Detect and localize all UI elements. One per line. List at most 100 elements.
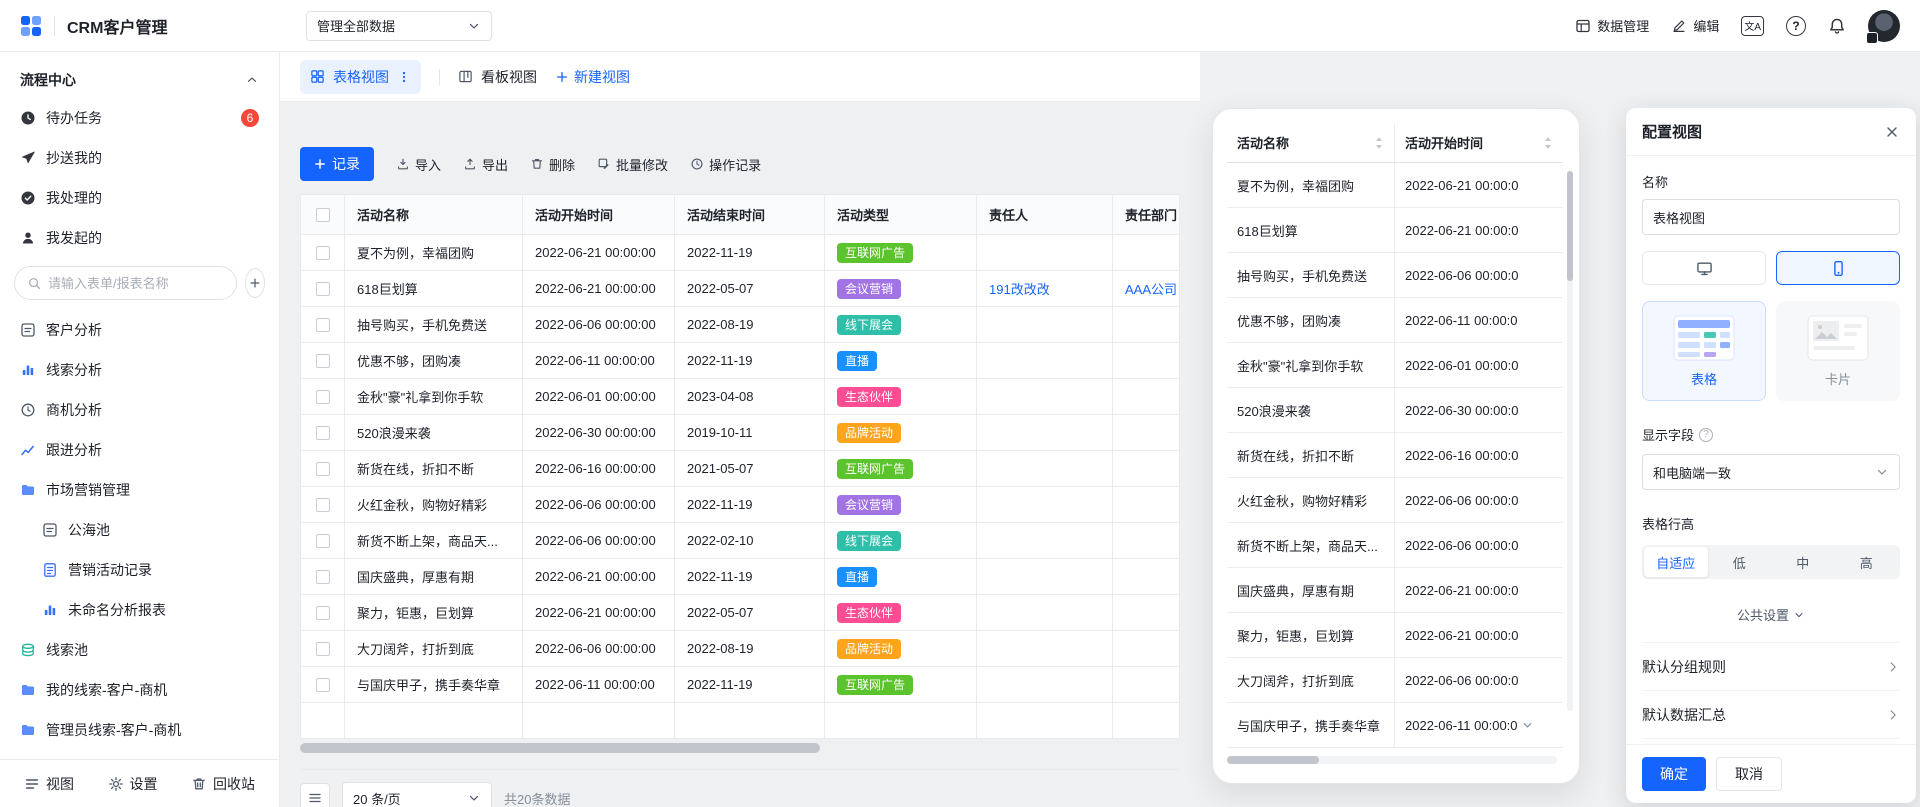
help-button[interactable]: ? <box>1786 16 1806 36</box>
add-form-button[interactable] <box>245 268 265 298</box>
close-icon[interactable] <box>1884 124 1900 140</box>
user-avatar[interactable] <box>1868 10 1900 42</box>
sidebar-menu-item[interactable]: 跟进分析 <box>8 430 271 470</box>
sidebar-menu-item[interactable]: 客户分析 <box>8 310 271 350</box>
preview-row[interactable]: 国庆盛典，厚惠有期 2022-06-21 00:00:0 <box>1227 568 1563 613</box>
preview-row[interactable]: 金秋"豪"礼拿到你手软 2022-06-01 00:00:0 <box>1227 343 1563 388</box>
sidebar-footer-item[interactable]: 设置 <box>108 774 158 794</box>
sort-icon[interactable] <box>1543 136 1553 150</box>
preview-row[interactable]: 夏不为例，幸福团购 2022-06-21 00:00:0 <box>1227 163 1563 208</box>
preview-row[interactable]: 新货不断上架，商品天... 2022-06-06 00:00:0 <box>1227 523 1563 568</box>
preview-row[interactable]: 520浪漫来袭 2022-06-30 00:00:0 <box>1227 388 1563 433</box>
row-height-option[interactable]: 中 <box>1771 547 1835 577</box>
preview-row[interactable]: 新货在线，折扣不断 2022-06-16 00:00:0 <box>1227 433 1563 478</box>
preview-row[interactable]: 优惠不够，团购凑 2022-06-11 00:00:0 <box>1227 298 1563 343</box>
sidebar-footer-item[interactable]: 视图 <box>24 774 74 794</box>
cancel-button[interactable]: 取消 <box>1716 757 1782 791</box>
row-checkbox[interactable] <box>316 246 330 260</box>
sidebar-menu-item[interactable]: 线索池 <box>8 630 271 670</box>
confirm-button[interactable]: 确定 <box>1642 757 1706 791</box>
preview-vscroll-thumb[interactable] <box>1567 171 1573 281</box>
row-checkbox[interactable] <box>316 318 330 332</box>
new-view-button[interactable]: 新建视图 <box>555 67 630 87</box>
batch-edit-button[interactable]: 批量修改 <box>597 155 668 174</box>
row-checkbox[interactable] <box>316 282 330 296</box>
preview-row[interactable]: 618巨划算 2022-06-21 00:00:0 <box>1227 208 1563 253</box>
department-link[interactable]: AAA公司 <box>1125 279 1177 298</box>
search-input[interactable] <box>48 276 224 291</box>
data-scope-select[interactable]: 管理全部数据 <box>306 11 492 41</box>
preview-row[interactable]: 火红金秋，购物好精彩 2022-06-06 00:00:0 <box>1227 478 1563 523</box>
column-header-activity-name[interactable]: 活动名称 <box>345 195 523 235</box>
caret-down-icon[interactable] <box>1522 720 1533 731</box>
column-header-start-time[interactable]: 活动开始时间 <box>523 195 675 235</box>
desktop-device-button[interactable] <box>1642 251 1766 285</box>
preview-row[interactable]: 与国庆甲子，携手奏华章 2022-06-11 00:00:0 <box>1227 703 1563 748</box>
row-checkbox[interactable] <box>316 678 330 692</box>
page-size-select[interactable]: 20 条/页 <box>342 782 492 807</box>
sidebar-process-item[interactable]: 我处理的 <box>0 178 279 218</box>
edit-button[interactable]: 编辑 <box>1671 16 1719 35</box>
display-fields-select[interactable]: 和电脑端一致 <box>1642 454 1900 490</box>
view-type-card-card[interactable]: 卡片 <box>1776 301 1900 401</box>
form-search-box[interactable] <box>14 266 237 300</box>
sidebar-menu-item[interactable]: 营销活动记录 <box>8 550 271 590</box>
row-checkbox[interactable] <box>316 642 330 656</box>
column-header-owner[interactable]: 责任人 <box>977 195 1113 235</box>
row-height-option[interactable]: 低 <box>1708 547 1772 577</box>
preview-row[interactable]: 抽号购买，手机免费送 2022-06-06 00:00:0 <box>1227 253 1563 298</box>
row-checkbox[interactable] <box>316 390 330 404</box>
sidebar-process-item[interactable]: 待办任务 6 <box>0 98 279 138</box>
help-icon[interactable]: ? <box>1699 428 1713 442</box>
default-data-summary-row[interactable]: 默认数据汇总 <box>1642 691 1900 739</box>
sidebar-footer-item[interactable]: 回收站 <box>191 774 255 794</box>
sidebar-menu-item[interactable]: 市场营销管理 <box>8 470 271 510</box>
row-checkbox[interactable] <box>316 426 330 440</box>
public-settings-toggle[interactable]: 公共设置 <box>1642 605 1900 624</box>
sort-icon[interactable] <box>1374 136 1384 150</box>
add-record-button[interactable]: 记录 <box>300 147 374 181</box>
row-checkbox[interactable] <box>316 354 330 368</box>
sidebar-menu-item[interactable]: 线索分析 <box>8 350 271 390</box>
import-button[interactable]: 导入 <box>396 155 441 174</box>
sidebar-menu-item[interactable]: 商机分析 <box>8 390 271 430</box>
more-options-icon[interactable] <box>397 70 411 84</box>
row-checkbox[interactable] <box>316 606 330 620</box>
row-checkbox[interactable] <box>316 462 330 476</box>
row-checkbox[interactable] <box>316 498 330 512</box>
view-name-input[interactable] <box>1642 199 1900 235</box>
preview-column-start-time[interactable]: 活动开始时间 <box>1395 123 1563 162</box>
row-height-option[interactable]: 高 <box>1835 547 1899 577</box>
operation-log-button[interactable]: 操作记录 <box>690 155 761 174</box>
delete-button[interactable]: 删除 <box>530 155 575 174</box>
sidebar-menu-item[interactable]: 未命名分析报表 <box>8 590 271 630</box>
horizontal-scrollbar-thumb[interactable] <box>300 743 820 753</box>
tab-kanban-view[interactable]: 看板视图 <box>458 67 537 87</box>
preview-row[interactable]: 大刀阔斧，打折到底 2022-06-06 00:00:0 <box>1227 658 1563 703</box>
owner-link[interactable]: 191改改改 <box>989 279 1050 298</box>
sidebar-process-item[interactable]: 抄送我的 <box>0 138 279 178</box>
language-button[interactable]: 文A <box>1741 16 1764 36</box>
row-height-option[interactable]: 自适应 <box>1644 547 1708 577</box>
sidebar-process-item[interactable]: 我发起的 <box>0 218 279 258</box>
sidebar-menu-item[interactable]: 公海池 <box>8 510 271 550</box>
preview-row[interactable]: 聚力，钜惠，巨划算 2022-06-21 00:00:0 <box>1227 613 1563 658</box>
sidebar-menu-item[interactable]: 管理员线索-客户-商机 <box>8 710 271 750</box>
row-height-button[interactable] <box>300 783 330 807</box>
row-checkbox[interactable] <box>316 534 330 548</box>
data-manage-button[interactable]: 数据管理 <box>1575 16 1649 35</box>
sidebar-menu-item[interactable]: 我的线索-客户-商机 <box>8 670 271 710</box>
column-header-department[interactable]: 责任部门 <box>1113 195 1180 235</box>
column-header-activity-type[interactable]: 活动类型 <box>825 195 977 235</box>
column-header-end-time[interactable]: 活动结束时间 <box>675 195 825 235</box>
tab-table-view[interactable]: 表格视图 <box>300 60 421 94</box>
notifications-button[interactable] <box>1828 17 1846 35</box>
sidebar-section-process-center[interactable]: 流程中心 <box>0 62 279 98</box>
select-all-checkbox[interactable] <box>316 208 330 222</box>
view-type-table-card[interactable]: 表格 <box>1642 301 1766 401</box>
export-button[interactable]: 导出 <box>463 155 508 174</box>
preview-column-activity-name[interactable]: 活动名称 <box>1227 123 1395 162</box>
default-group-rule-row[interactable]: 默认分组规则 <box>1642 643 1900 691</box>
row-checkbox[interactable] <box>316 570 330 584</box>
mobile-device-button[interactable] <box>1776 251 1900 285</box>
